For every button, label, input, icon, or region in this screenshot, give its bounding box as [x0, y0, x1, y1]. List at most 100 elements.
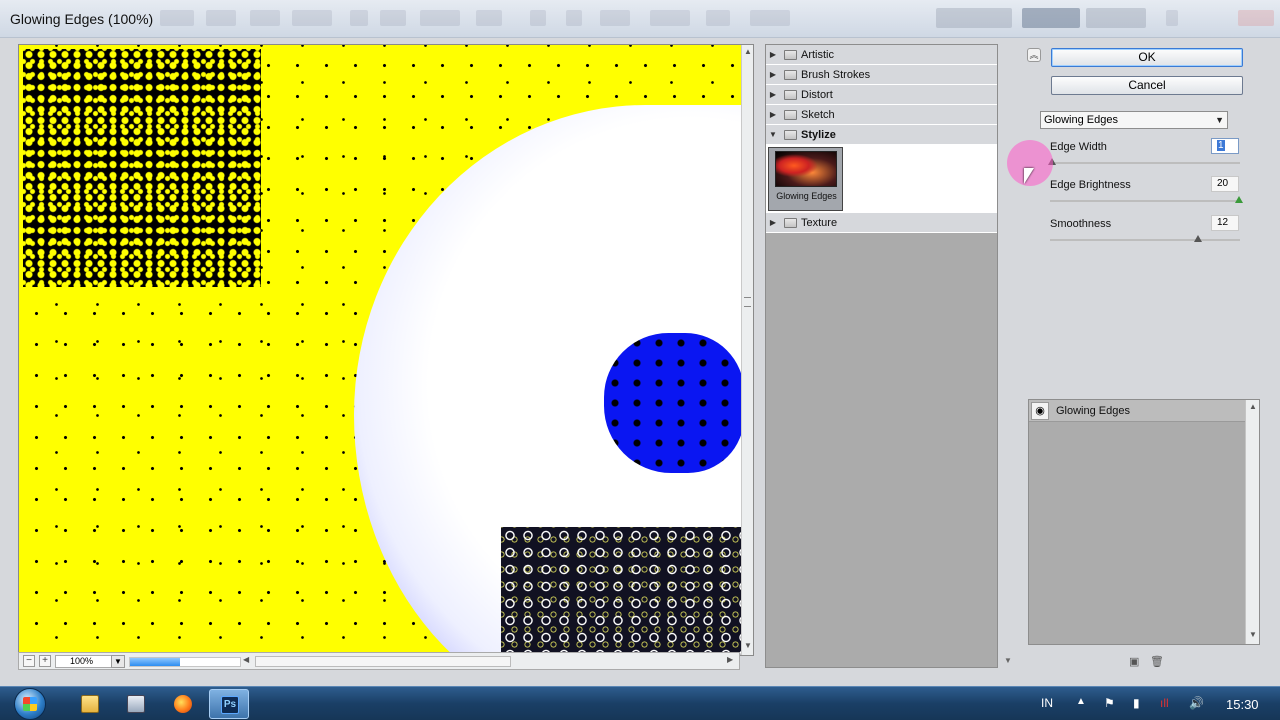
ghost-menu-item [566, 10, 582, 26]
category-distort[interactable]: ▶ Distort [766, 85, 997, 105]
category-label: Distort [801, 88, 833, 101]
ghost-menu-item [706, 10, 730, 26]
preview-pane: ▲ ▼ [18, 44, 754, 656]
chevron-down-icon[interactable]: ▼ [111, 655, 125, 668]
expand-arrow-icon[interactable]: ▶ [766, 110, 780, 119]
taskbar-photoshop[interactable]: Ps [209, 689, 249, 719]
stylize-thumbnails: Glowing Edges [766, 145, 997, 213]
edge-width-label: Edge Width [1050, 141, 1107, 153]
mouse-pointer-icon [1024, 168, 1034, 184]
category-artistic[interactable]: ▶ Artistic [766, 45, 997, 65]
taskbar-media-player[interactable] [116, 689, 156, 719]
taskbar-firefox[interactable] [163, 689, 203, 719]
filter-thumb-glowing-edges[interactable]: Glowing Edges [768, 147, 843, 211]
category-label: Artistic [801, 48, 834, 61]
preview-texture-bottom-right [501, 527, 741, 655]
ghost-menu-item [600, 10, 630, 26]
scroll-down-icon[interactable]: ▼ [1249, 630, 1257, 639]
category-brush-strokes[interactable]: ▶ Brush Strokes [766, 65, 997, 85]
preview-texture-top-left [23, 49, 261, 287]
ghost-menu-item [206, 10, 236, 26]
cancel-button[interactable]: Cancel [1051, 76, 1243, 95]
scroll-thumb[interactable] [255, 656, 511, 667]
expand-arrow-icon[interactable]: ▶ [766, 218, 780, 227]
category-label: Stylize [801, 128, 836, 141]
photoshop-icon: Ps [221, 696, 239, 714]
category-stylize[interactable]: ▼ Stylize [766, 125, 997, 145]
ghost-menu-item [160, 10, 194, 26]
edge-brightness-input[interactable]: 20 [1211, 176, 1239, 192]
slider-knob-icon[interactable] [1235, 196, 1243, 203]
chevron-down-icon[interactable]: ▼ [1215, 112, 1224, 128]
filter-select[interactable]: Glowing Edges ▼ [1040, 111, 1228, 129]
scroll-up-icon[interactable]: ▲ [744, 47, 752, 56]
smoothness-slider[interactable] [1050, 235, 1240, 242]
layers-scrollbar[interactable]: ▲ ▼ [1245, 400, 1259, 644]
ghost-menu-item [1166, 10, 1178, 26]
ghost-workspace-button [1086, 8, 1146, 28]
ghost-close-button [1238, 10, 1274, 26]
ghost-menu-item [420, 10, 460, 26]
battery-icon[interactable]: ▮ [1133, 696, 1140, 710]
taskbar-explorer[interactable] [70, 689, 110, 719]
windows-start-icon[interactable] [10, 687, 54, 720]
taskbar: Ps IN ▲ ⚑ ▮ ıll 🔊 15:30 [0, 686, 1280, 720]
firefox-icon [174, 695, 192, 713]
render-progress-fill [130, 658, 180, 666]
filter-category-list: ▶ Artistic ▶ Brush Strokes ▶ Distort ▶ S… [765, 44, 998, 668]
eye-icon[interactable]: ◉ [1031, 402, 1049, 420]
ok-button[interactable]: OK [1051, 48, 1243, 67]
folder-open-icon [784, 129, 797, 140]
language-indicator[interactable]: IN [1041, 696, 1053, 710]
folder-icon [784, 109, 797, 120]
expand-arrow-icon[interactable]: ▶ [766, 70, 780, 79]
scroll-right-icon[interactable]: ▶ [727, 655, 733, 664]
title-bar: Glowing Edges (100%) [0, 0, 1280, 38]
slider-knob-icon[interactable] [1194, 235, 1202, 242]
edge-width-slider[interactable] [1048, 158, 1240, 165]
preview-image[interactable] [19, 45, 741, 655]
preview-vertical-scrollbar[interactable]: ▲ ▼ [741, 45, 753, 655]
ghost-menu-item [350, 10, 368, 26]
flag-icon[interactable]: ⚑ [1104, 696, 1115, 710]
scroll-left-icon[interactable]: ◀ [243, 655, 249, 664]
new-layer-icon[interactable]: ▣ [1129, 655, 1139, 668]
filter-thumb-image [775, 151, 837, 187]
scroll-down-icon[interactable]: ▼ [744, 641, 752, 650]
window-title: Glowing Edges (100%) [10, 11, 154, 27]
delete-layer-icon[interactable]: 🗑 [1150, 655, 1164, 668]
filter-select-value: Glowing Edges [1044, 114, 1118, 126]
effect-layer-row[interactable]: ◉ Glowing Edges [1029, 400, 1245, 422]
show-hidden-icons-icon[interactable]: ▲ [1076, 696, 1086, 707]
category-label: Brush Strokes [801, 68, 871, 81]
ghost-menu-item [750, 10, 790, 26]
volume-icon[interactable]: 🔊 [1189, 696, 1204, 710]
windows-logo-icon [23, 697, 37, 711]
category-sketch[interactable]: ▶ Sketch [766, 105, 997, 125]
expand-arrow-icon[interactable]: ▶ [766, 50, 780, 59]
clock[interactable]: 15:30 [1226, 697, 1259, 712]
network-icon[interactable]: ıll [1160, 696, 1169, 710]
ghost-menu-item [292, 10, 332, 26]
zoom-out-button[interactable]: − [23, 655, 35, 667]
smoothness-input[interactable]: 12 [1211, 215, 1239, 231]
panel-resize-icon[interactable]: ▼ [1004, 656, 1012, 665]
effect-layer-label: Glowing Edges [1056, 405, 1130, 417]
folder-icon [784, 217, 797, 228]
edge-width-input[interactable]: 1 [1211, 138, 1239, 154]
ghost-workspace-button [936, 8, 1012, 28]
collapse-arrow-icon[interactable]: ▼ [766, 130, 780, 139]
preview-horizontal-scrollbar[interactable]: ◀ ▶ [243, 655, 737, 668]
ghost-menu-item [530, 10, 546, 26]
edge-brightness-label: Edge Brightness [1050, 179, 1131, 191]
collapse-gallery-button[interactable]: ︽ [1027, 48, 1041, 62]
edge-width-value: 1 [1217, 140, 1225, 151]
scroll-grip-icon[interactable] [744, 297, 751, 307]
edge-brightness-slider[interactable] [1050, 196, 1243, 203]
expand-arrow-icon[interactable]: ▶ [766, 90, 780, 99]
zoom-in-button[interactable]: + [39, 655, 51, 667]
scroll-up-icon[interactable]: ▲ [1249, 402, 1257, 411]
category-label: Texture [801, 216, 838, 229]
category-texture[interactable]: ▶ Texture [766, 213, 997, 233]
ghost-menu-item [476, 10, 502, 26]
